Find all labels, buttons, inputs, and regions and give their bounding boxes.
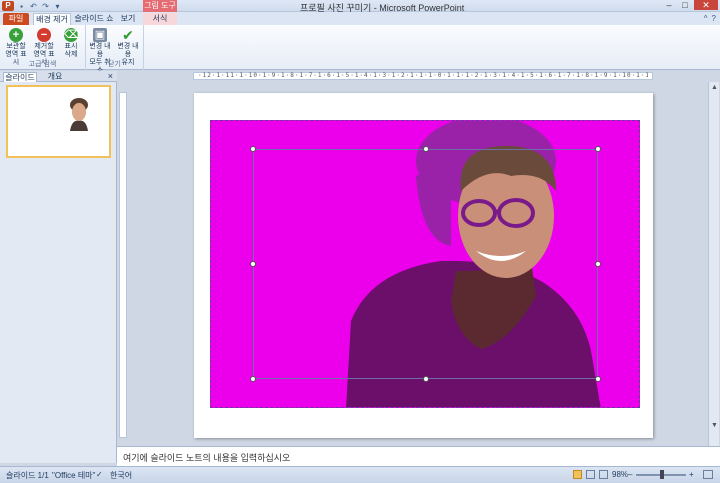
close-group: ▣ 변경 내용 모두 취소 ✔ 변경 내용 유지 닫기 <box>86 25 144 74</box>
minus-circle-icon: − <box>37 28 51 42</box>
resize-handle-right[interactable] <box>595 261 601 267</box>
discard-icon: ▣ <box>93 28 107 42</box>
minimize-button[interactable]: – <box>662 0 676 10</box>
refine-group-label: 고급 검색 <box>28 61 57 68</box>
horizontal-ruler-ticks: ·12·1·11·1·10·1·9·1·8·1·7·1·6·1·5·1·4·1·… <box>198 72 648 79</box>
delete-mark-label-2: 삭제 <box>64 51 78 58</box>
delete-mark-button[interactable]: ⌫ 표시 삭제 <box>58 28 84 59</box>
title-bar: P ▪ ↶ ↷ ▾ 그림 도구 프로필 사진 꾸미기 - Microsoft P… <box>0 0 720 13</box>
undo-icon[interactable]: ↶ <box>29 2 38 11</box>
panel-tabs: 슬라이드 개요 × <box>0 71 117 82</box>
scroll-down-icon[interactable]: ▼ <box>711 422 718 429</box>
zoom-slider-thumb[interactable] <box>660 470 664 479</box>
slide-thumbnail[interactable] <box>6 85 111 158</box>
close-button[interactable]: ✕ <box>694 0 718 10</box>
horizontal-ruler: ·12·1·11·1·10·1·9·1·8·1·7·1·6·1·5·1·4·1·… <box>193 72 653 80</box>
picture-tools-context-label: 그림 도구 <box>143 0 177 12</box>
keep-area-marquee[interactable] <box>253 149 598 379</box>
delete-mark-label-1: 표시 <box>64 43 78 50</box>
resize-handle-top[interactable] <box>423 146 429 152</box>
refine-group: + 보관할 영역 표시 − 제거할 영역 표시 ⌫ 표시 삭제 고급 검색 <box>0 25 86 70</box>
fit-to-window-icon[interactable] <box>703 470 713 479</box>
resize-handle-left[interactable] <box>250 261 256 267</box>
ribbon-tabs: 파일 배경 제거 슬라이드 쇼 보기 서식 ^ ? <box>0 12 720 25</box>
help-icon[interactable]: ? <box>712 14 716 23</box>
ribbon-help-area: ^ ? <box>704 14 716 23</box>
tab-view[interactable]: 보기 <box>117 13 139 25</box>
spellcheck-icon[interactable]: ✓ <box>96 470 103 479</box>
ribbon: + 보관할 영역 표시 − 제거할 영역 표시 ⌫ 표시 삭제 고급 검색 ▣ … <box>0 25 720 74</box>
slides-panel: 슬라이드 개요 × 1 <box>0 71 117 463</box>
minimize-ribbon-icon[interactable]: ^ <box>704 14 708 23</box>
language-indicator[interactable]: 한국어 <box>110 470 132 481</box>
notes-placeholder: 여기에 슬라이드 노트의 내용을 입력하십시오 <box>123 453 291 463</box>
vertical-scrollbar[interactable]: ▲ ▼ <box>708 82 719 446</box>
slide-indicator: 슬라이드 1/1 <box>6 471 49 480</box>
close-group-label: 닫기 <box>108 61 121 68</box>
redo-icon[interactable]: ↷ <box>41 2 50 11</box>
checkmark-icon: ✔ <box>122 27 134 43</box>
theme-name[interactable]: "Office 테마" <box>52 470 95 481</box>
keep-changes-label-1: 변경 내용 <box>117 43 139 58</box>
window-controls: – □ ✕ <box>662 0 718 10</box>
panel-close-icon[interactable]: × <box>108 71 113 81</box>
tab-file[interactable]: 파일 <box>3 13 29 25</box>
zoom-in-icon[interactable]: + <box>689 470 694 479</box>
mark-keep-label-1: 보관할 <box>6 43 26 50</box>
scroll-up-icon[interactable]: ▲ <box>711 84 718 91</box>
resize-handle-bottom[interactable] <box>423 376 429 382</box>
zoom-out-icon[interactable]: – <box>628 470 632 479</box>
mark-remove-label-1: 제거할 <box>34 43 54 50</box>
notes-pane[interactable]: 여기에 슬라이드 노트의 내용을 입력하십시오 <box>117 446 720 466</box>
vertical-ruler <box>119 92 127 438</box>
customize-icon[interactable]: ▾ <box>53 2 62 11</box>
slide-sorter-icon[interactable] <box>586 470 595 479</box>
resize-handle-bottom-right[interactable] <box>595 376 601 382</box>
resize-handle-top-left[interactable] <box>250 146 256 152</box>
resize-handle-bottom-left[interactable] <box>250 376 256 382</box>
tab-background-removal[interactable]: 배경 제거 <box>33 13 71 25</box>
tab-format[interactable]: 서식 <box>143 13 177 25</box>
reading-view-icon[interactable] <box>599 470 608 479</box>
maximize-button[interactable]: □ <box>678 0 692 10</box>
quick-access-toolbar: P ▪ ↶ ↷ ▾ <box>2 1 62 11</box>
thumbnail-portrait <box>70 98 88 131</box>
status-bar: 슬라이드 1/1 "Office 테마" ✓ 한국어 98% – + <box>0 466 720 483</box>
eraser-icon: ⌫ <box>64 28 80 42</box>
resize-handle-top-right[interactable] <box>595 146 601 152</box>
powerpoint-app-icon[interactable]: P <box>2 1 14 11</box>
plus-circle-icon: + <box>9 28 23 42</box>
tab-slides[interactable]: 슬라이드 <box>3 72 37 82</box>
discard-label-1: 변경 내용 <box>89 43 111 58</box>
save-icon[interactable]: ▪ <box>17 2 26 11</box>
zoom-level[interactable]: 98% <box>612 470 628 479</box>
tab-slideshow[interactable]: 슬라이드 쇼 <box>74 13 114 25</box>
tab-outline[interactable]: 개요 <box>40 72 70 82</box>
normal-view-icon[interactable] <box>573 470 582 479</box>
